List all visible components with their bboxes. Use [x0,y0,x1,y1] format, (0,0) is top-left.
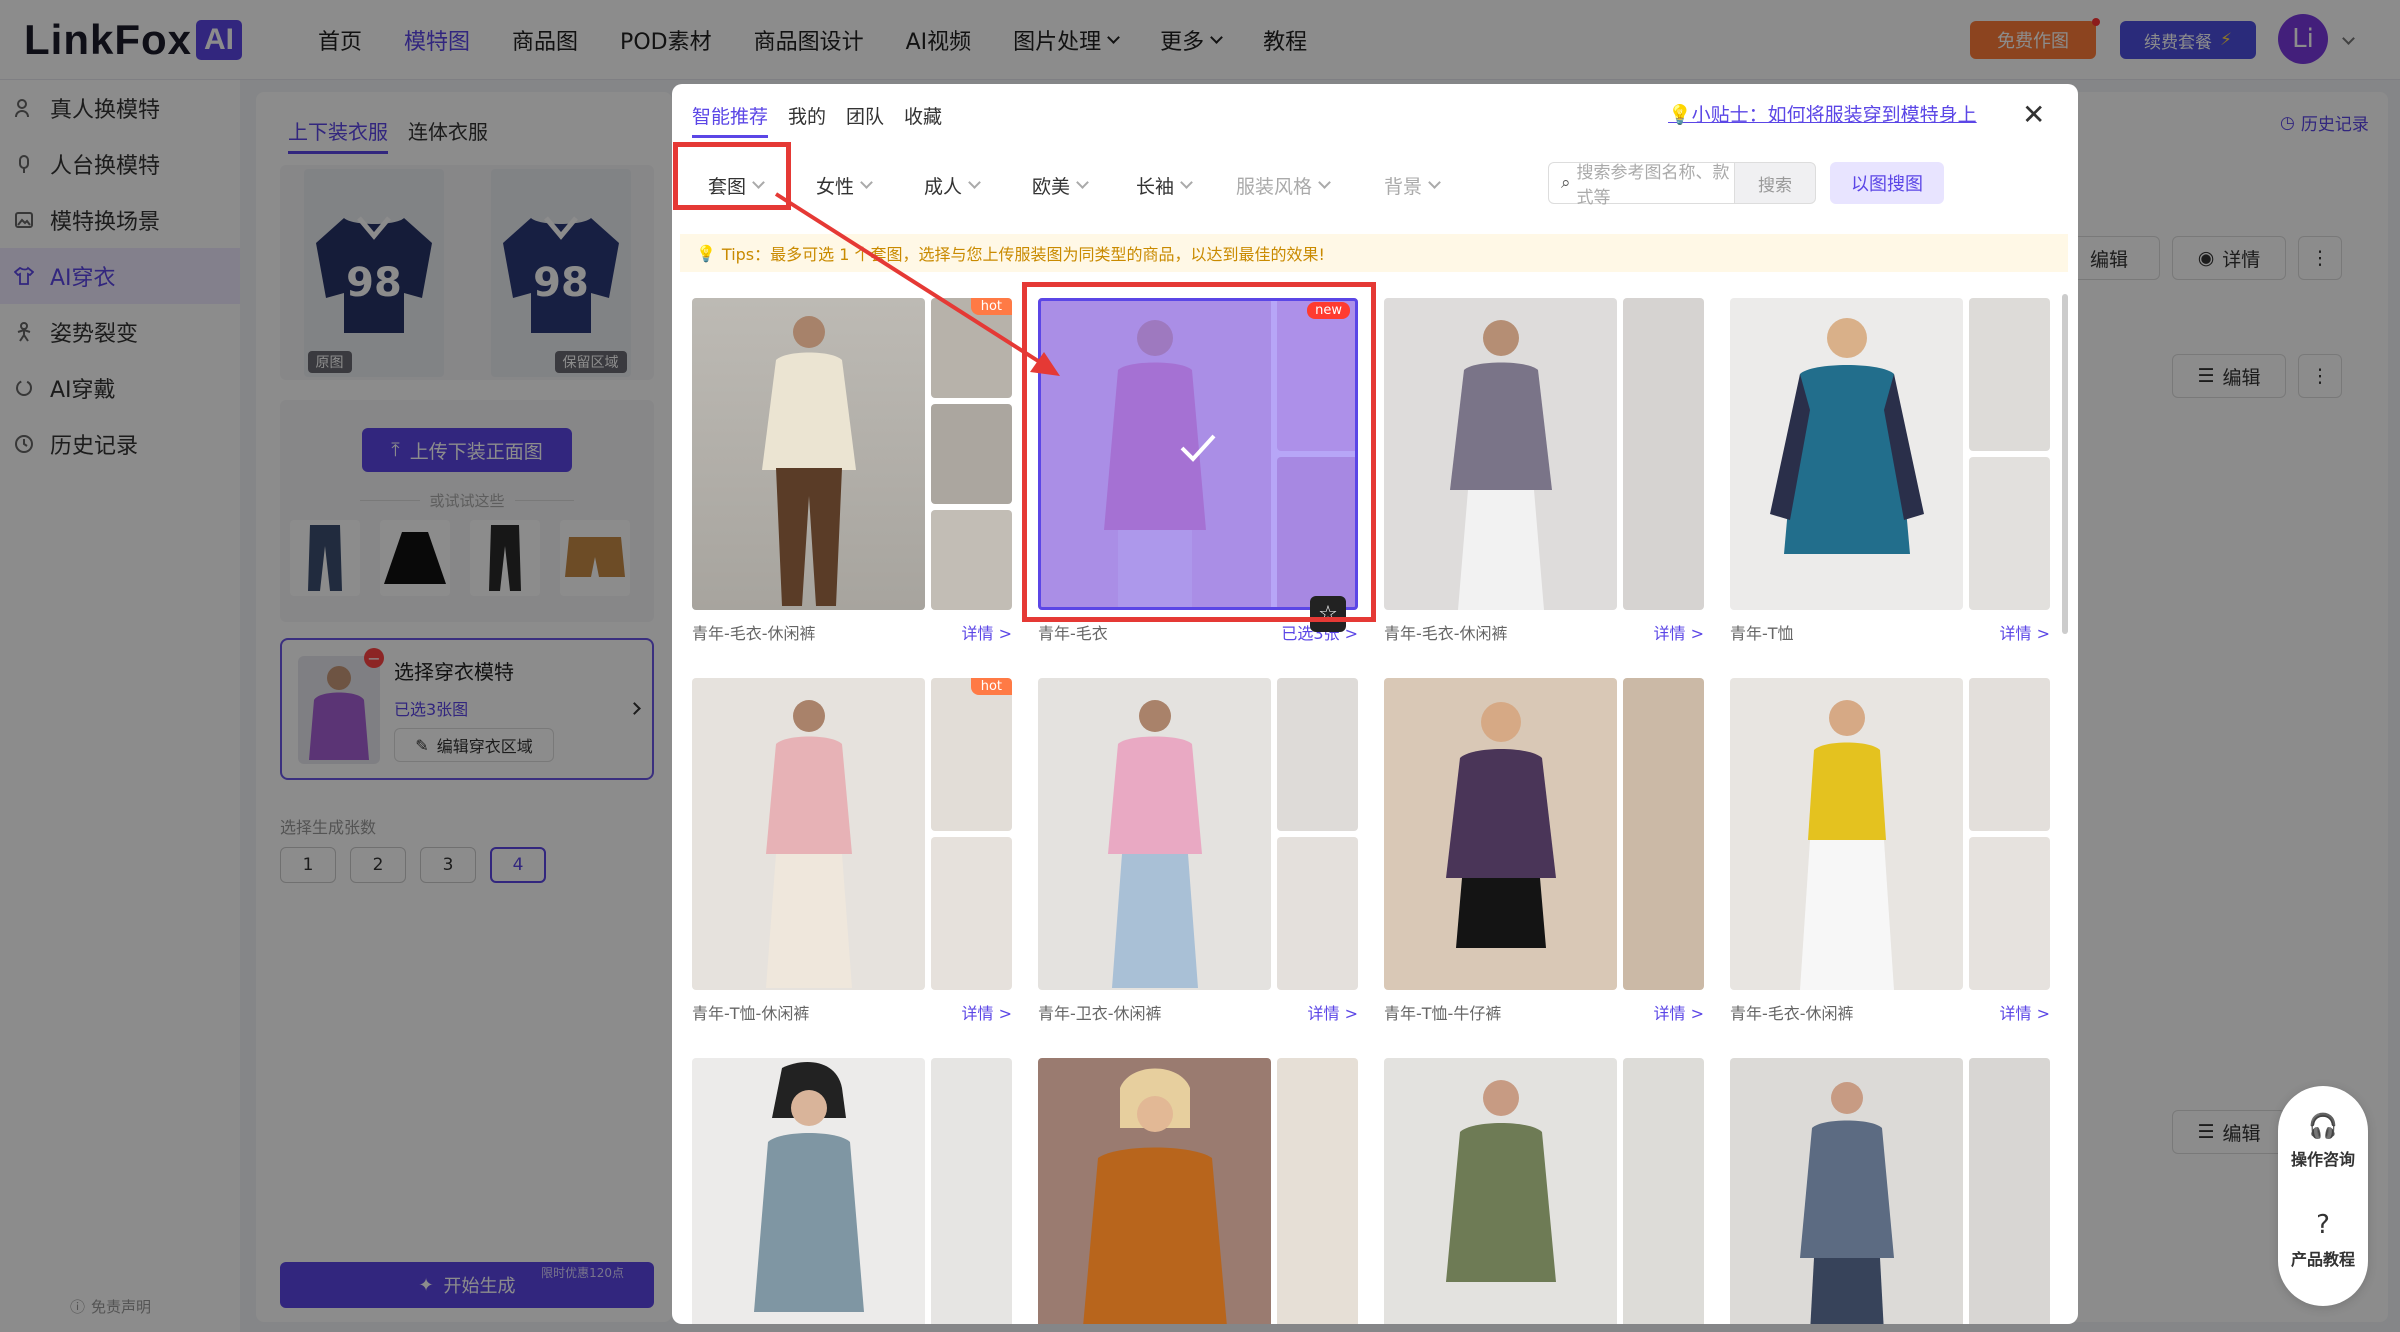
help-icon: ? [2316,1210,2330,1240]
consult-button[interactable]: 🎧 操作咨询 [2278,1112,2368,1170]
headset-icon: 🎧 [2308,1112,2338,1140]
tutorial-button[interactable]: ? 产品教程 [2278,1210,2368,1270]
annotation-arrow [774,192,1060,376]
floating-helper: 🎧 操作咨询 ? 产品教程 [2278,1086,2368,1306]
